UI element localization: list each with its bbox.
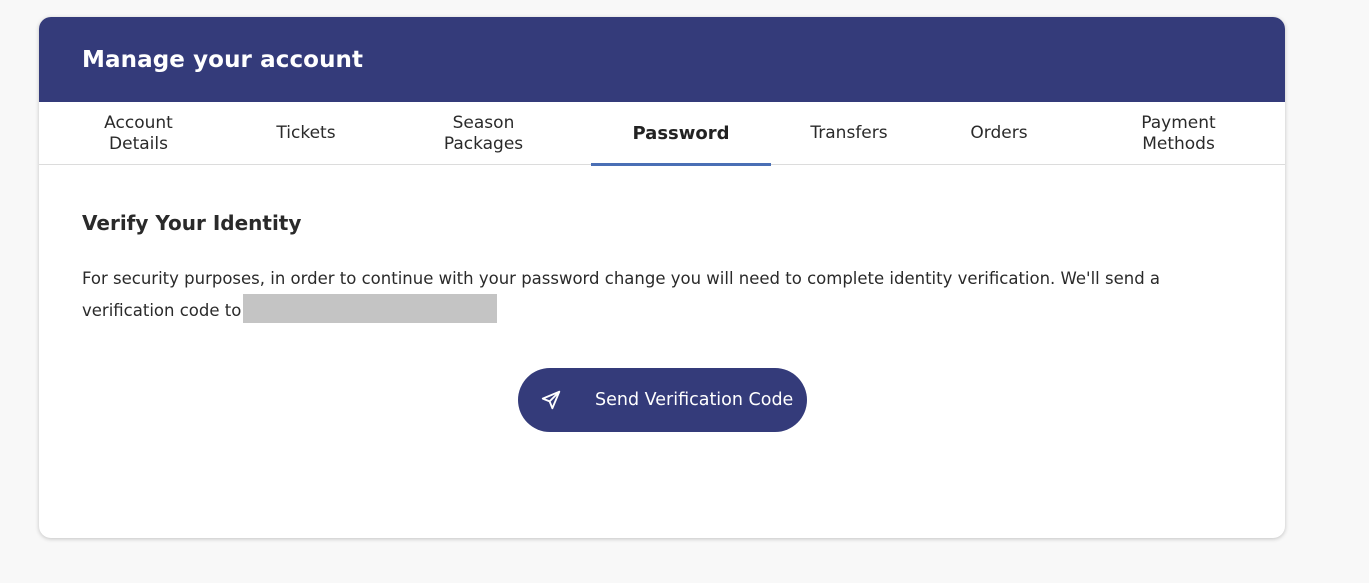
tab-season-packages[interactable]: Season Packages (374, 102, 593, 165)
tab-orders[interactable]: Orders (931, 102, 1067, 165)
tab-label: Payment Methods (1141, 112, 1216, 154)
tab-tickets[interactable]: Tickets (238, 102, 374, 165)
send-verification-code-button[interactable]: Send Verification Code (518, 368, 807, 432)
page-title: Manage your account (82, 46, 364, 73)
section-title: Verify Your Identity (82, 211, 302, 235)
tab-label: Account Details (104, 112, 173, 154)
tab-label: Season Packages (443, 112, 524, 154)
tab-label: Orders (970, 123, 1028, 143)
account-tabs: Account Details Tickets Season Packages … (39, 102, 1285, 166)
account-card: Manage your account Account Details Tick… (39, 17, 1285, 538)
tab-password[interactable]: Password (591, 102, 771, 166)
verification-description: For security purposes, in order to conti… (82, 263, 1247, 327)
send-button-label: Send Verification Code (595, 390, 794, 410)
tab-account-details[interactable]: Account Details (39, 102, 238, 165)
verify-identity-section: Verify Your Identity For security purpos… (39, 165, 1285, 327)
tab-label: Transfers (810, 123, 888, 143)
card-header: Manage your account (39, 17, 1285, 102)
tab-transfers[interactable]: Transfers (781, 102, 917, 165)
paper-plane-icon (540, 389, 562, 411)
redacted-contact (243, 294, 498, 323)
tab-label: Tickets (276, 123, 336, 143)
tab-payment-methods[interactable]: Payment Methods (1079, 102, 1278, 165)
tab-label: Password (632, 123, 730, 144)
